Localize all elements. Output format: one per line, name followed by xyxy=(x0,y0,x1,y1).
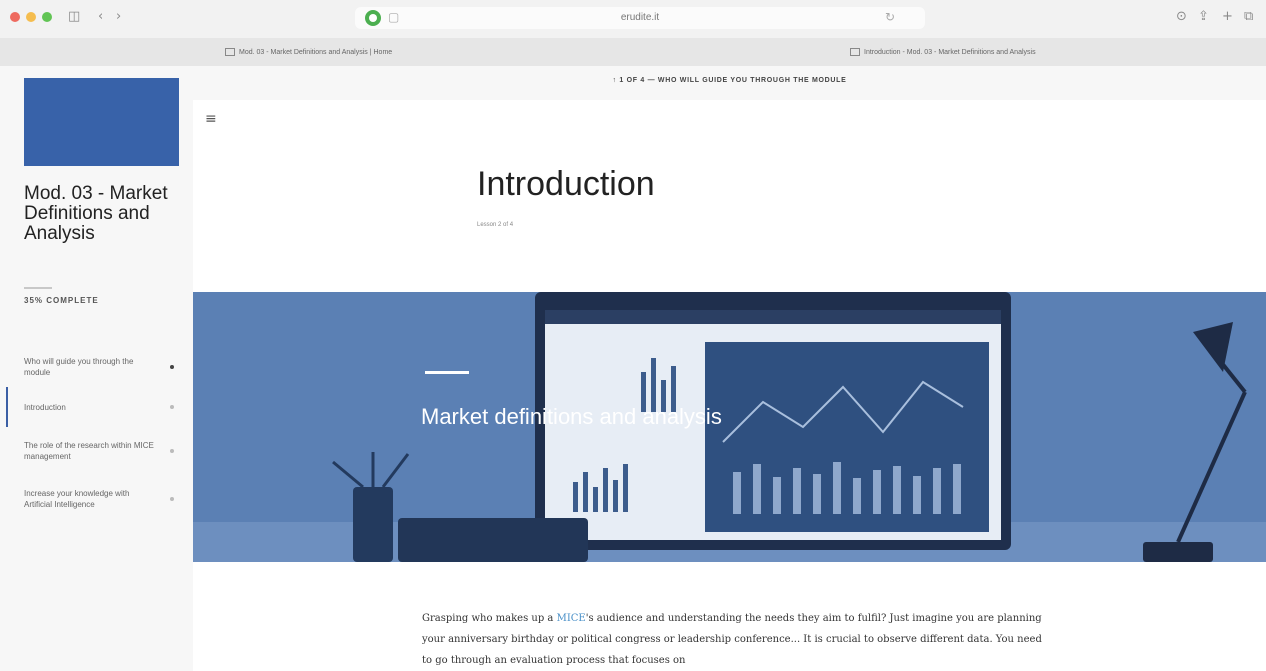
lesson-status-icon xyxy=(170,405,174,409)
lesson-label: Increase your knowledge with Artificial … xyxy=(24,489,130,509)
lesson-label: The role of the research within MICE man… xyxy=(24,441,154,461)
lesson-status-icon xyxy=(170,449,174,453)
sidebar-lesson-who-will-guide[interactable]: Who will guide you through the module xyxy=(0,352,193,382)
lesson-label: Who will guide you through the module xyxy=(24,357,134,377)
tab-introduction[interactable]: Introduction - Mod. 03 - Market Definiti… xyxy=(850,44,1230,62)
lesson-body-text: Grasping who makes up a MICE's audience … xyxy=(422,608,1044,671)
forward-icon[interactable]: › xyxy=(116,9,121,25)
close-window-button[interactable] xyxy=(10,12,20,22)
course-title: Mod. 03 - Market Definitions and Analysi… xyxy=(24,183,168,244)
previous-lesson-link[interactable]: ↑ 1 OF 4 — WHO WILL GUIDE YOU THROUGH TH… xyxy=(193,77,1266,84)
sidebar-lesson-ai-knowledge[interactable]: Increase your knowledge with Artificial … xyxy=(0,484,193,514)
hero-accent-line xyxy=(425,371,469,374)
mice-link[interactable]: MICE xyxy=(557,613,586,624)
lesson-status-icon xyxy=(170,365,174,369)
lesson-status-icon xyxy=(170,497,174,501)
sidebar-lesson-introduction[interactable]: Introduction xyxy=(0,387,193,427)
lesson-navigation[interactable]: ↑ 1 OF 4 — WHO WILL GUIDE YOU THROUGH TH… xyxy=(193,66,1266,100)
active-indicator xyxy=(6,387,8,427)
new-tab-icon[interactable]: + xyxy=(1222,9,1233,25)
course-cover-image xyxy=(24,78,179,166)
menu-icon[interactable]: ≡ xyxy=(205,112,217,126)
reload-icon[interactable]: ↻ xyxy=(885,10,895,24)
progress-label: 35% COMPLETE xyxy=(24,296,99,305)
tab-label: Introduction - Mod. 03 - Market Definiti… xyxy=(864,49,1036,56)
favicon-icon xyxy=(850,48,860,57)
favicon-icon xyxy=(225,48,235,57)
tab-label: Mod. 03 - Market Definitions and Analysi… xyxy=(239,49,393,56)
browser-toolbar: ◫ ‹ › ▢ erudite.it ↻ ⊙ ⇪ + ⧉ xyxy=(0,0,1266,38)
tab-course-home[interactable]: Mod. 03 - Market Definitions and Analysi… xyxy=(225,44,605,62)
address-bar[interactable]: ▢ erudite.it ↻ xyxy=(355,7,925,29)
sidebar-toggle-icon[interactable]: ◫ xyxy=(68,9,80,25)
hero-banner: Market definitions and analysis xyxy=(193,292,1266,562)
lesson-title: Introduction xyxy=(477,165,655,203)
lesson-label: Introduction xyxy=(24,403,66,412)
tab-overview-icon[interactable]: ⧉ xyxy=(1244,9,1253,25)
sidebar-lesson-role-of-research[interactable]: The role of the research within MICE man… xyxy=(0,436,193,466)
lesson-counter: Lesson 2 of 4 xyxy=(477,222,514,228)
hero-title: Market definitions and analysis xyxy=(421,404,722,429)
previous-lesson-label: 1 OF 4 — WHO WILL GUIDE YOU THROUGH THE … xyxy=(619,77,847,84)
url-text[interactable]: erudite.it xyxy=(355,12,925,23)
share-icon[interactable]: ⇪ xyxy=(1198,9,1209,25)
back-icon[interactable]: ‹ xyxy=(98,9,103,25)
tab-bar: Mod. 03 - Market Definitions and Analysi… xyxy=(0,38,1266,66)
download-icon[interactable]: ⊙ xyxy=(1176,9,1187,25)
zoom-window-button[interactable] xyxy=(42,12,52,22)
body-text-part: Grasping who makes up a xyxy=(422,613,557,624)
course-sidebar: Mod. 03 - Market Definitions and Analysi… xyxy=(0,66,193,671)
divider xyxy=(24,287,52,289)
minimize-window-button[interactable] xyxy=(26,12,36,22)
